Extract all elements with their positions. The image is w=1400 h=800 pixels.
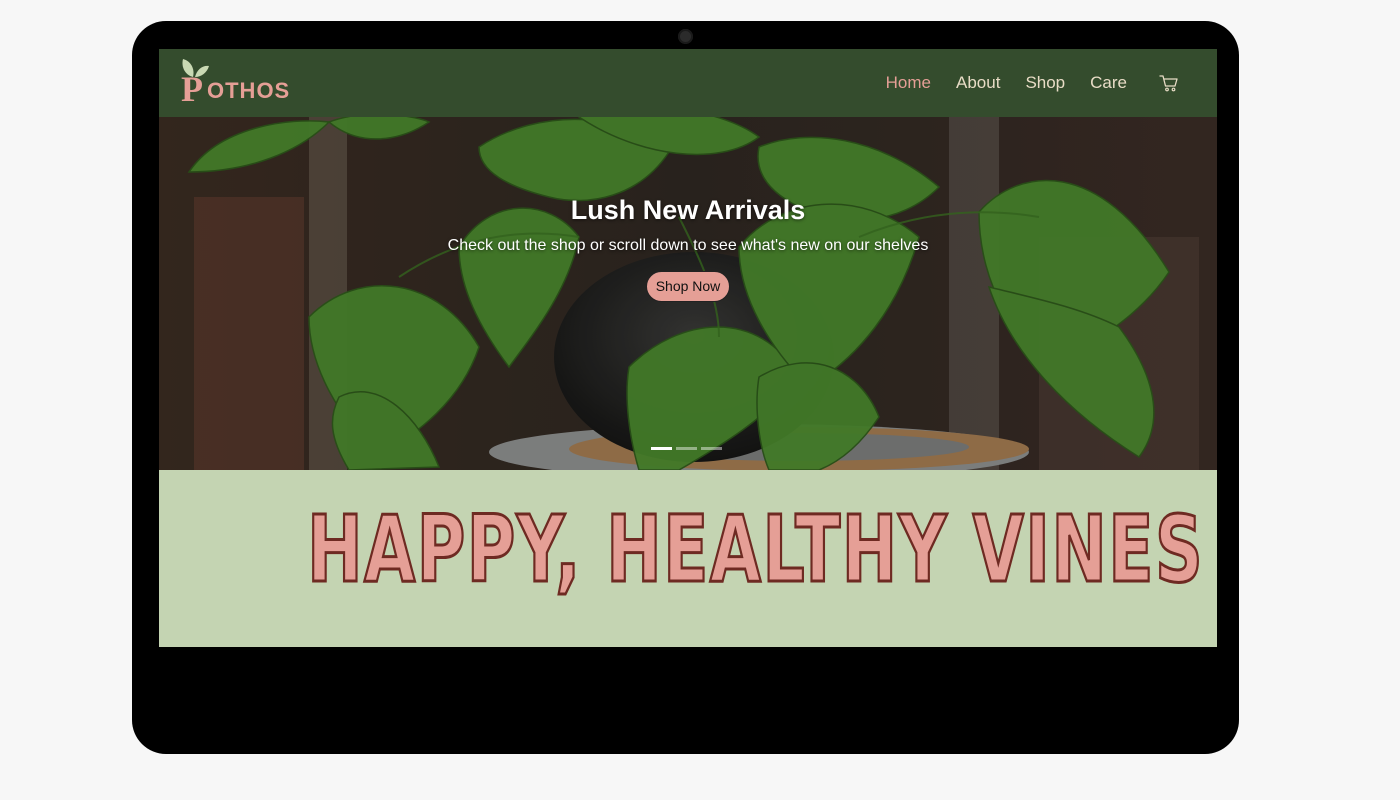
carousel-indicators: [651, 447, 726, 450]
shopping-cart-icon[interactable]: [1159, 73, 1179, 93]
carousel-dot-2[interactable]: [676, 447, 697, 450]
hero-carousel: Lush New Arrivals Check out the shop or …: [159, 117, 1217, 470]
nav-links: Home About Shop Care: [861, 49, 1179, 117]
hero-subtitle: Check out the shop or scroll down to see…: [447, 237, 929, 254]
nav-about[interactable]: About: [956, 73, 1000, 93]
carousel-dot-1[interactable]: [651, 447, 672, 450]
logo-wordmark: OTHOS: [207, 78, 291, 103]
nav-home[interactable]: Home: [886, 73, 931, 93]
pothos-logo[interactable]: P OTHOS: [179, 57, 299, 109]
logo-initial: P: [181, 69, 203, 109]
device-screen: P OTHOS Home About Shop Care Lush New Ar…: [159, 49, 1217, 647]
banner-headline: HAPPY, HEALTHY VINES: [306, 495, 1205, 605]
tagline-banner: HAPPY, HEALTHY VINES: [159, 470, 1217, 647]
hero-title: Lush New Arrivals: [570, 195, 806, 225]
shop-now-button[interactable]: Shop Now: [646, 271, 730, 302]
tablet-device-frame: P OTHOS Home About Shop Care Lush New Ar…: [132, 21, 1239, 754]
carousel-dot-3[interactable]: [701, 447, 722, 450]
nav-shop[interactable]: Shop: [1025, 73, 1065, 93]
camera-lens: [678, 29, 693, 44]
nav-care[interactable]: Care: [1090, 73, 1127, 93]
navbar: P OTHOS Home About Shop Care: [159, 49, 1217, 117]
